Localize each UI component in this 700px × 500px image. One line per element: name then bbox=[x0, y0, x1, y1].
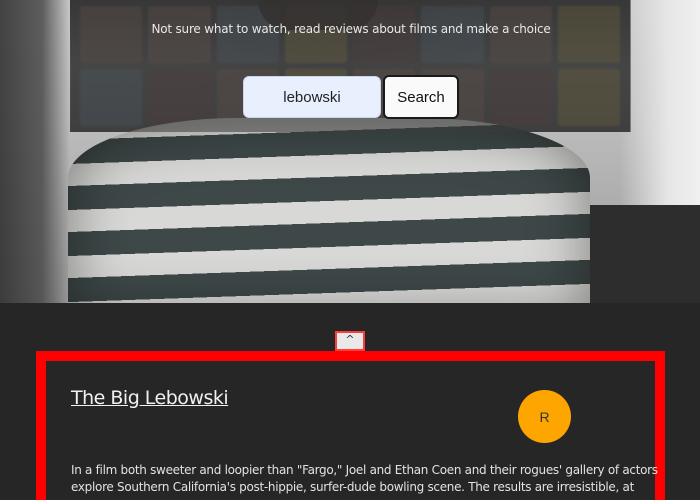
hero-tagline: Not sure what to watch, read reviews abo… bbox=[151, 22, 551, 36]
review-card: The Big Lebowski R In a film both sweete… bbox=[36, 351, 665, 500]
search-input[interactable] bbox=[243, 76, 381, 118]
search-button[interactable]: Search bbox=[383, 75, 459, 119]
movie-title-link[interactable]: The Big Lebowski bbox=[71, 387, 229, 409]
hero-shadow-left bbox=[0, 0, 70, 303]
hero-person-image bbox=[68, 118, 590, 303]
review-text: In a film both sweeter and loopier than … bbox=[71, 463, 658, 494]
scroll-to-top-button[interactable]: ^ bbox=[335, 331, 365, 351]
hero-table bbox=[590, 205, 700, 303]
reviewer-avatar: R bbox=[518, 390, 571, 443]
hero-banner bbox=[0, 0, 700, 303]
